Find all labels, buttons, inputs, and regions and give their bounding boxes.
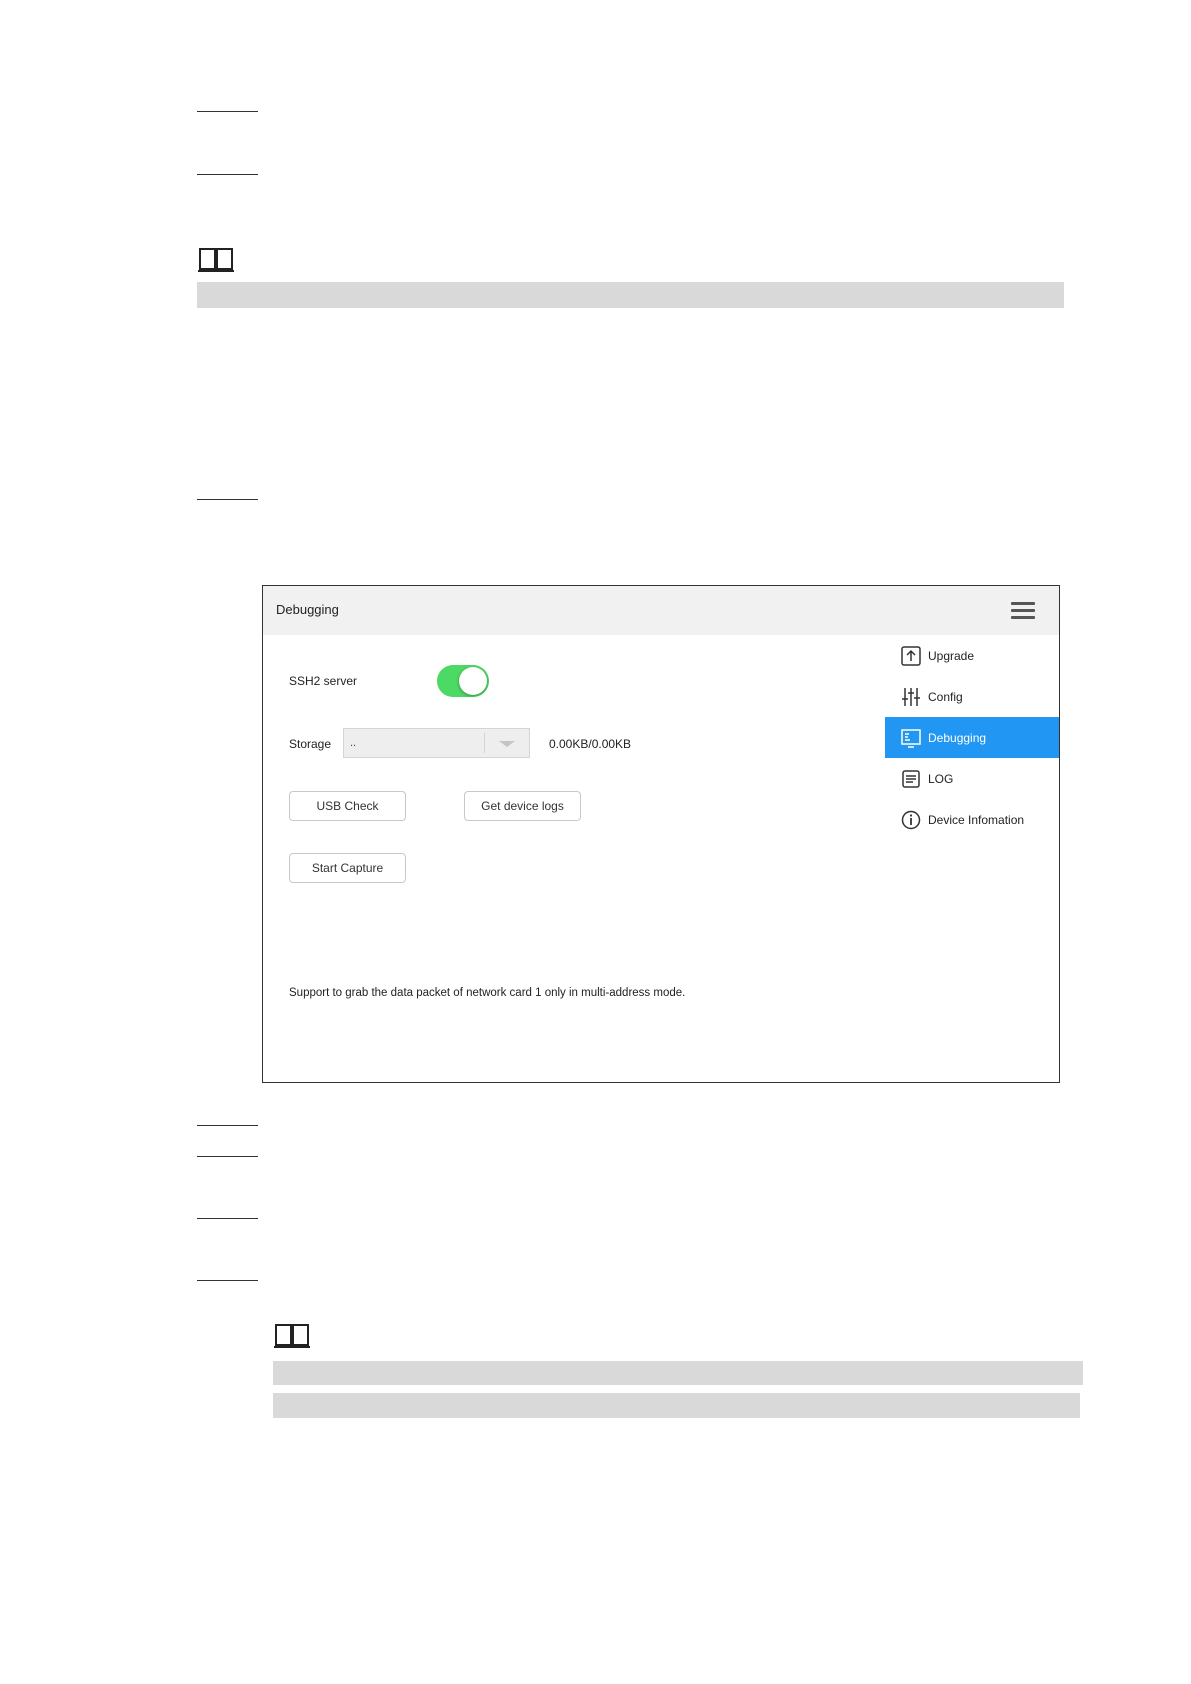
storage-label: Storage <box>289 737 332 751</box>
step-marker-4 <box>197 1125 258 1126</box>
sidebar-item-label: Device Infomation <box>928 813 1025 827</box>
step-marker-2 <box>197 174 258 175</box>
note-bar <box>273 1393 1080 1418</box>
info-icon <box>901 810 921 830</box>
log-icon <box>902 770 920 788</box>
sidebar-item-label: Config <box>928 690 963 704</box>
sidebar-item-debugging[interactable]: Debugging <box>885 717 1059 758</box>
hamburger-menu-icon[interactable] <box>1011 602 1035 620</box>
panel-title: Debugging <box>276 602 339 617</box>
sidebar-item-config[interactable]: Config <box>885 676 1059 717</box>
step-marker-7 <box>197 1280 258 1281</box>
usb-check-button[interactable]: USB Check <box>289 791 406 821</box>
select-divider <box>484 733 485 753</box>
step-marker-1 <box>197 111 258 112</box>
sidebar-item-device-information[interactable]: Device Infomation <box>885 799 1059 840</box>
panel-header: Debugging <box>263 586 1059 635</box>
step-marker-6 <box>197 1218 258 1219</box>
upload-icon <box>901 646 921 666</box>
storage-usage: 0.00KB/0.00KB <box>549 737 632 751</box>
book-icon <box>274 1324 310 1348</box>
note-bar <box>197 282 1064 308</box>
note-bar <box>273 1361 1083 1385</box>
ssh-label: SSH2 server <box>289 674 358 688</box>
capture-note: Support to grab the data packet of netwo… <box>289 987 686 999</box>
sidebar-item-label: Debugging <box>928 731 987 745</box>
book-icon <box>198 248 234 272</box>
step-marker-5 <box>197 1156 258 1157</box>
debugging-panel: Debugging SSH2 server Storage .. 0.00KB/… <box>262 585 1060 1083</box>
sliders-icon <box>902 688 920 706</box>
terminal-icon <box>901 729 921 748</box>
chevron-down-icon <box>499 741 515 747</box>
sidebar-item-log[interactable]: LOG <box>885 758 1059 799</box>
storage-select-value: .. <box>350 737 357 749</box>
start-capture-button[interactable]: Start Capture <box>289 853 406 883</box>
sidebar-item-label: LOG <box>928 772 954 786</box>
ssh-toggle[interactable] <box>437 665 489 697</box>
sidebar-item-upgrade[interactable]: Upgrade <box>885 635 1059 676</box>
step-marker-3 <box>197 499 258 500</box>
sidebar-item-label: Upgrade <box>928 649 975 663</box>
storage-select[interactable]: .. <box>343 728 530 758</box>
get-device-logs-button[interactable]: Get device logs <box>464 791 581 821</box>
toggle-knob <box>459 667 487 695</box>
